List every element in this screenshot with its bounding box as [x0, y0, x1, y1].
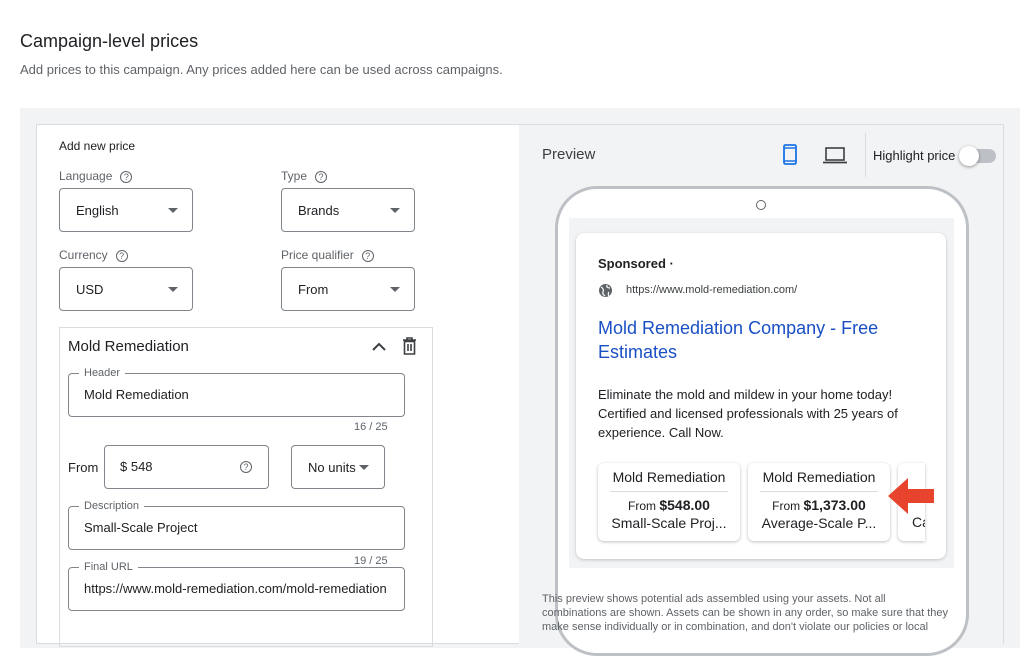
- description-char-count: 19 / 25: [354, 555, 388, 567]
- price-qualifier-select[interactable]: From: [281, 267, 415, 311]
- currency-select[interactable]: USD: [59, 267, 193, 311]
- header-label: Header: [79, 367, 126, 379]
- dropdown-arrow-icon: [168, 208, 178, 213]
- help-icon[interactable]: ?: [120, 170, 133, 183]
- preview-disclaimer: This preview shows potential ads assembl…: [542, 593, 949, 633]
- units-select[interactable]: No units: [291, 445, 385, 489]
- dropdown-arrow-icon: [390, 287, 400, 292]
- final-url-input[interactable]: Final URL https://www.mold-remediation.co…: [68, 561, 405, 611]
- final-url-label: Final URL: [79, 561, 138, 573]
- desktop-device-icon[interactable]: [823, 147, 847, 164]
- help-icon[interactable]: ?: [240, 461, 252, 473]
- page-subtitle: Add prices to this campaign. Any prices …: [20, 62, 503, 77]
- price-card[interactable]: Mold Remediation From $1,373.00 Average-…: [748, 463, 890, 541]
- language-select[interactable]: English: [59, 188, 193, 232]
- header-char-count: 16 / 25: [354, 421, 388, 433]
- dropdown-arrow-icon: [390, 208, 400, 213]
- price-card-header: Mold Remediation: [610, 469, 728, 492]
- highlight-price-label: Highlight price: [873, 148, 956, 163]
- trash-icon[interactable]: [402, 337, 417, 355]
- price-card-description: Small-Scale Proj...: [611, 515, 727, 531]
- form-heading: Add new price: [59, 139, 136, 153]
- price-card-price: From $1,373.00: [772, 497, 866, 513]
- currency-label: Currency?: [59, 248, 128, 262]
- dropdown-arrow-icon: [359, 465, 369, 470]
- type-select[interactable]: Brands: [281, 188, 415, 232]
- header-input[interactable]: Header Mold Remediation: [68, 367, 405, 417]
- language-label: Language?: [59, 169, 133, 183]
- chevron-up-icon[interactable]: [371, 340, 387, 352]
- ad-description: Eliminate the mold and mildew in your ho…: [598, 387, 898, 440]
- highlight-price-toggle[interactable]: [959, 146, 996, 166]
- price-card[interactable]: Mold Remediation From $548.00 Small-Scal…: [598, 463, 740, 541]
- page-title: Campaign-level prices: [20, 31, 199, 51]
- mobile-device-icon[interactable]: [782, 144, 798, 165]
- price-input[interactable]: $ 548?: [104, 445, 269, 489]
- toggle-knob: [959, 146, 979, 166]
- help-icon[interactable]: ?: [315, 170, 328, 183]
- divider: [865, 133, 866, 177]
- price-card-header: Mold Remediation: [760, 469, 878, 492]
- help-icon[interactable]: ?: [115, 249, 128, 262]
- price-card-price: From $548.00: [628, 497, 710, 513]
- price-card-description: Ca: [912, 514, 925, 530]
- globe-icon: [599, 284, 612, 297]
- ad-headline[interactable]: Mold Remediation Company - Free Estimate…: [598, 316, 918, 364]
- camera-icon: [756, 200, 766, 210]
- sponsored-label: Sponsored ·: [598, 256, 674, 271]
- description-input[interactable]: Description Small-Scale Project: [68, 500, 405, 550]
- type-label: Type?: [281, 169, 328, 183]
- description-label: Description: [79, 500, 145, 512]
- price-item-title: Mold Remediation: [68, 338, 189, 355]
- price-prefix-label: From: [68, 460, 99, 475]
- preview-title: Preview: [542, 146, 596, 163]
- dropdown-arrow-icon: [168, 287, 178, 292]
- help-icon[interactable]: ?: [361, 249, 374, 262]
- price-qualifier-label: Price qualifier?: [281, 248, 374, 262]
- price-card-description: Average-Scale P...: [761, 515, 877, 531]
- red-arrow-icon: [888, 478, 934, 514]
- ad-display-url[interactable]: https://www.mold-remediation.com/: [626, 284, 797, 296]
